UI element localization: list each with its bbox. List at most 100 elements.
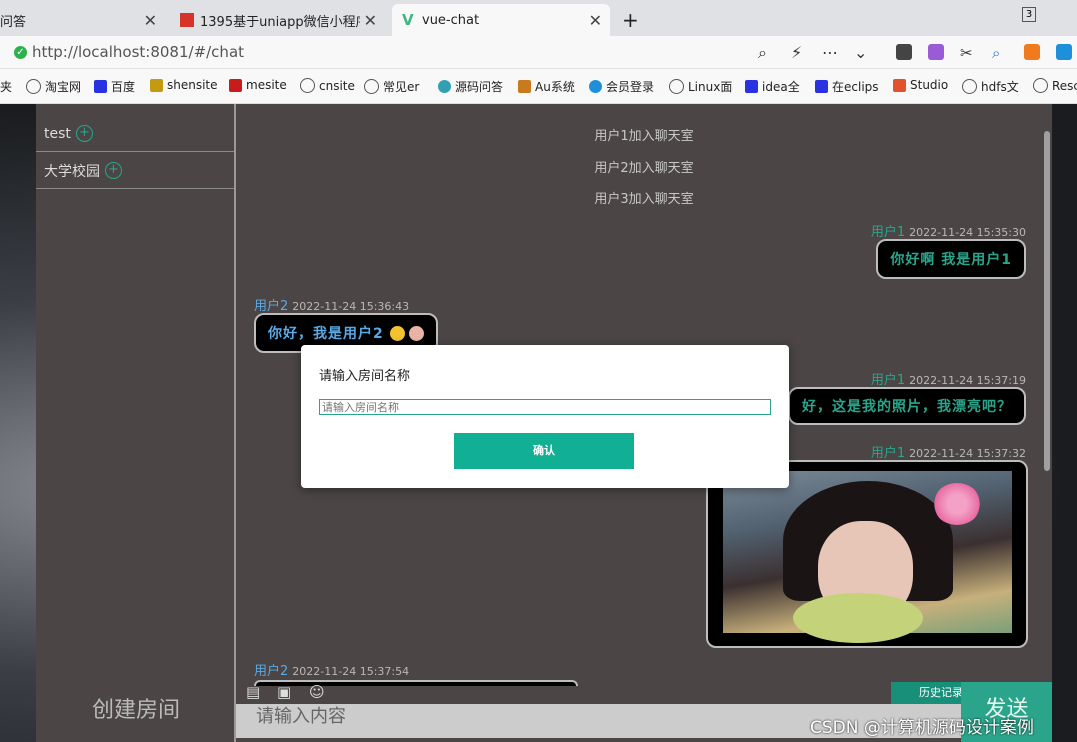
extension-icon[interactable] xyxy=(896,44,912,60)
watermark: CSDN @计算机源码设计案例 xyxy=(810,718,1034,738)
message-user: 用户1 xyxy=(870,446,906,461)
message-user: 用户1 xyxy=(870,373,906,388)
url-text: http://localhost:8081/#/chat xyxy=(32,43,245,61)
room-name: 大学校园 xyxy=(44,163,100,180)
bookmark-label: cnsite xyxy=(319,78,355,93)
bookmark-label: 常见er xyxy=(383,80,420,94)
system-message: 用户3加入聊天室 xyxy=(594,192,694,207)
bookmark-item[interactable]: 淘宝网 xyxy=(26,78,81,95)
bookmark-item[interactable]: 夹 xyxy=(0,78,12,95)
system-message: 用户1加入聊天室 xyxy=(594,129,694,144)
bookmarks-bar: 夹 淘宝网 百度 shensite mesite cnsite 常见er 源码问… xyxy=(0,69,1077,104)
bookmark-item[interactable]: Resc xyxy=(1033,78,1077,93)
room-item-campus[interactable]: 大学校园 + xyxy=(36,153,234,189)
translate-icon[interactable] xyxy=(928,44,944,60)
bookmark-item[interactable]: Linux面 xyxy=(669,78,732,95)
vue-logo-icon: V xyxy=(402,11,414,29)
scissors-icon[interactable]: ✂ xyxy=(960,44,976,62)
bookmark-label: idea全 xyxy=(762,80,800,94)
bookmark-label: Resc xyxy=(1052,78,1077,93)
bookmark-item[interactable]: shensite xyxy=(150,78,218,92)
chevron-down-icon[interactable]: ⌄ xyxy=(854,43,867,62)
room-name-input[interactable] xyxy=(319,399,771,415)
bookmark-item[interactable]: 会员登录 xyxy=(589,78,654,95)
bookmark-item[interactable]: 在eclips xyxy=(815,78,879,95)
create-room-button[interactable]: 创建房间 xyxy=(92,692,180,724)
message-user: 用户1 xyxy=(870,225,906,240)
url-field[interactable]: ✓ http://localhost:8081/#/chat xyxy=(14,43,244,61)
message-user: 用户2 xyxy=(254,664,289,679)
message-meta: 用户1 2022-11-24 15:35:30 xyxy=(871,221,1026,240)
room-name: test xyxy=(44,125,71,142)
message-text: 你好，我是用户2 xyxy=(268,326,384,342)
browser-tab-bar: 问答 ✕ 1395基于uniapp微信小程序 ✕ V vue-chat ✕ + … xyxy=(0,0,1077,36)
tongue-emoji-icon xyxy=(408,325,424,341)
room-item-test[interactable]: test + xyxy=(36,116,234,152)
bookmark-label: hdfs文 xyxy=(981,80,1019,94)
image-icon[interactable]: ▣ xyxy=(277,683,295,701)
tab-count-badge[interactable]: 3 xyxy=(1022,7,1036,22)
bookmark-label: mesite xyxy=(246,78,287,92)
message-time: 2022-11-24 15:37:54 xyxy=(292,665,410,678)
bookmark-label: 淘宝网 xyxy=(45,80,82,94)
join-plus-icon[interactable]: + xyxy=(75,125,93,142)
bookmark-label: 会员登录 xyxy=(606,80,655,94)
tab-qa[interactable]: 问答 ✕ xyxy=(0,4,165,36)
message-meta: 用户2 2022-11-24 15:37:54 xyxy=(254,660,409,679)
bookmark-label: 源码问答 xyxy=(455,80,504,94)
lightning-icon[interactable]: ⚡ xyxy=(791,43,802,62)
bookmark-item[interactable]: 常见er xyxy=(364,78,419,95)
zoom-icon[interactable]: ⌕ xyxy=(758,43,767,63)
extension-icon[interactable] xyxy=(1056,44,1072,60)
close-icon[interactable]: ✕ xyxy=(364,11,377,30)
bookmark-item[interactable]: cnsite xyxy=(300,78,355,93)
game-ext-icon[interactable] xyxy=(1024,44,1040,60)
room-sidebar: test + 大学校园 + 创建房间 xyxy=(36,104,236,742)
bookmark-label: Studio xyxy=(910,78,949,92)
join-plus-icon[interactable]: + xyxy=(105,162,122,179)
bookmark-label: Au系统 xyxy=(535,80,575,94)
message-meta: 用户1 2022-11-24 15:37:32 xyxy=(871,442,1026,461)
message-user: 用户2 xyxy=(254,299,289,314)
emoji-icon[interactable]: ☺ xyxy=(309,683,327,701)
bookmark-label: 在eclips xyxy=(832,80,879,94)
bookmark-item[interactable]: idea全 xyxy=(745,78,800,95)
create-room-dialog: 请输入房间名称 确认 xyxy=(301,345,789,488)
bookmark-label: shensite xyxy=(167,78,218,92)
bookmark-item[interactable]: Studio xyxy=(893,78,948,92)
message-meta: 用户1 2022-11-24 15:37:19 xyxy=(871,369,1026,388)
message-meta: 用户2 2022-11-24 15:36:43 xyxy=(254,295,409,314)
message-time: 2022-11-24 15:35:30 xyxy=(909,226,1026,239)
address-bar: ✓ http://localhost:8081/#/chat ⌕ ⚡ ⋯ ⌄ ✂… xyxy=(0,36,1077,69)
close-icon[interactable]: ✕ xyxy=(144,11,157,30)
bookmark-label: Linux面 xyxy=(688,80,733,94)
message-time: 2022-11-24 15:36:43 xyxy=(292,300,410,313)
new-tab-button[interactable]: + xyxy=(622,4,642,36)
scrollbar[interactable] xyxy=(1044,131,1050,471)
close-icon[interactable]: ✕ xyxy=(589,11,602,30)
file-icon[interactable]: ▤ xyxy=(246,683,264,701)
tab-label: 问答 xyxy=(0,14,27,30)
bookmark-item[interactable]: hdfs文 xyxy=(962,78,1019,95)
tab-label: vue-chat xyxy=(422,12,480,28)
message-time: 2022-11-24 15:37:32 xyxy=(909,447,1026,460)
bookmark-label: 百度 xyxy=(111,80,136,94)
secure-shield-icon: ✓ xyxy=(14,45,27,59)
grin-emoji-icon xyxy=(389,325,405,341)
favicon-icon xyxy=(180,13,194,27)
photo-image xyxy=(723,471,1012,643)
photo-message[interactable] xyxy=(706,460,1028,648)
more-icon[interactable]: ⋯ xyxy=(822,43,838,62)
search-ext-icon[interactable]: ⌕ xyxy=(992,44,1008,62)
tab-uniapp[interactable]: 1395基于uniapp微信小程序 ✕ xyxy=(170,4,385,36)
bookmark-item[interactable]: 百度 xyxy=(94,78,135,95)
message-bubble: 你好啊 我是用户1 xyxy=(876,239,1026,279)
message-time: 2022-11-24 15:37:19 xyxy=(909,374,1026,387)
tab-label: 1395基于uniapp微信小程序 xyxy=(200,14,360,30)
confirm-button[interactable]: 确认 xyxy=(454,433,634,469)
bookmark-item[interactable]: 源码问答 xyxy=(438,78,503,95)
dialog-title: 请输入房间名称 xyxy=(319,369,411,384)
tab-vue-chat[interactable]: V vue-chat ✕ xyxy=(392,4,610,36)
bookmark-item[interactable]: mesite xyxy=(229,78,287,92)
bookmark-item[interactable]: Au系统 xyxy=(518,78,575,95)
